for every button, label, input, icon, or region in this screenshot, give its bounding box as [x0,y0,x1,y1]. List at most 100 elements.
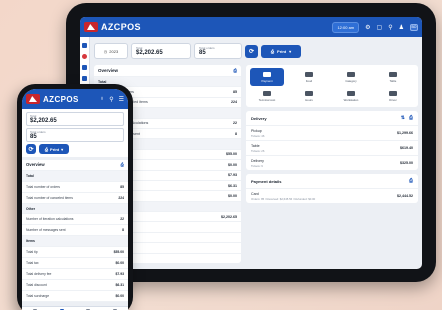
stat-row: Number of messages sent 8 [22,225,128,237]
tab-6[interactable]: Workstation [334,87,368,105]
tab-icon [263,90,271,96]
row-amount: $619.40 [400,146,413,150]
tab-icon [347,71,355,77]
stat-value: $7.93 [115,271,125,276]
payment-title: Payment details [251,178,282,184]
cart-icon[interactable] [82,43,87,48]
stat-row: Total tip $55.00 [22,247,128,259]
delivery-rows: Pickup Tickets: 46 $1,299.66 Table Tickets: … [246,125,418,170]
print-button[interactable]: ⎙ Print ▾ [39,144,69,154]
stat-row: Number of iteration calculations 22 [22,214,128,226]
refresh-button[interactable]: ⟳ [26,144,36,154]
phone-overview: Overview ⎙ Total Total number of orders 85… [22,160,128,302]
tab-icon [347,90,355,96]
stat-row: Total discount $6.31 [22,280,128,291]
tab-icon [263,71,271,77]
stat-value: $6.31 [115,282,125,287]
section-header: Items [22,236,128,248]
row-name: Table [251,143,260,148]
stat-value: $0.00 [228,162,237,167]
stat-value: $0.00 [115,260,125,265]
print-button[interactable]: ⎙ Print ▾ [261,44,301,58]
stat-label: Total tip [26,250,38,255]
brand-name: AZCPOS [43,94,79,104]
stat-row: Total tax $0.00 [22,258,128,269]
delivery-row: Pickup Tickets: 46 $1,299.66 [246,125,418,140]
tab-4[interactable]: Terminal cost [250,87,284,105]
pin-icon[interactable]: ⚲ [109,96,113,103]
payment-header: Payment details ⎙ [246,174,418,188]
tab-label: Payment [261,78,273,83]
window-icon[interactable]: ▢ [377,24,383,31]
gear-icon[interactable]: ⚙ [365,24,370,31]
user-icon[interactable]: ♟ [399,24,404,31]
printer-icon: ⎙ [270,48,275,54]
stat-value: 85 [120,184,124,189]
phone-overview-rows: Total Total number of orders 85 Total numbe… [22,170,128,302]
menu-icon[interactable]: ☰ [119,96,124,103]
tab-3[interactable]: Table [376,68,410,86]
tab-1[interactable]: Food [292,68,326,86]
tab-icon [389,90,397,96]
azcpos-logo-icon [26,94,40,104]
stat-label: Total number of canceled items [26,195,73,200]
detail-panel: Payment Food Category Table Terminal cost Hou… [246,65,418,263]
tablet-header: AZCPOS 12:00 am ⚙ ▢ ⚲ ♟ BO [80,17,422,37]
tab-7[interactable]: Driver [376,87,410,105]
total-value: $2,202.65 [136,50,163,56]
pin-icon[interactable]: ⚲ [388,24,392,31]
payment-rows: Card Orders: 85 / Received: $2,645.56 / R… [246,188,418,203]
total-value: $2,202.65 [30,118,57,124]
tab-label: Food [305,78,313,83]
total-field: Total $2,202.65 [131,43,191,59]
tab-label: Driver [389,97,397,102]
date-value: 2023 [109,48,119,54]
phone-device: AZCPOS ♁ ⚲ ☰ Total $2,202.65 Total order… [17,84,133,310]
tab-0[interactable]: Payment [250,68,284,86]
print-label: Print [50,146,60,152]
print-icon[interactable]: ⎙ [233,68,237,73]
chevron-down-icon: ▾ [61,146,64,152]
stat-value: $6.31 [228,183,237,188]
tab-icon [305,71,313,77]
report-tabs: Payment Food Category Table Terminal cost Hou… [246,65,418,107]
tab-icon [305,90,313,96]
print-icon[interactable]: ⎙ [409,178,413,184]
avatar[interactable]: BO [410,23,418,31]
stat-label: Total tax [26,260,39,265]
payments-row: Card Orders: 85 / Received: $2,645.56 / R… [246,188,418,203]
stat-value: 22 [233,121,237,126]
stat-value: $0.00 [115,293,125,298]
stat-label: Total [26,173,34,178]
stat-value: $55.00 [113,250,124,255]
stat-label: Total number of orders [26,184,60,189]
stat-value: 22 [120,217,124,222]
chevron-down-icon: ▾ [289,48,292,54]
tab-5[interactable]: Hours [292,87,326,105]
print-icon[interactable]: ⎙ [409,115,413,121]
stat-label: Items [26,239,35,244]
bulb-icon[interactable]: ♁ [100,96,105,102]
row-subtext: Orders: 85 / Received: $2,645.56 / Refun… [251,196,316,201]
row-amount: $325.00 [400,161,413,165]
delivery-title: Delivery [251,115,267,121]
row-name: Pickup [251,128,262,133]
tab-label: Hours [305,97,313,102]
tab-label: Workstation [343,97,359,102]
sort-icon[interactable]: ⇅ [401,115,405,121]
row-subtext: Tickets: 9 [251,163,263,168]
row-amount: $1,299.66 [397,131,413,135]
alert-icon[interactable] [82,54,87,59]
refresh-button[interactable]: ⟳ [245,44,258,58]
stat-value: $2,202.65 [221,214,237,219]
row-name: Delivery [251,158,264,163]
row-subtext: Tickets: 26 [251,148,265,153]
time-badge[interactable]: 12:00 am [332,21,360,33]
list-icon[interactable] [82,65,87,70]
print-icon[interactable]: ⎙ [121,162,124,167]
stat-row: Total number of canceled items 224 [22,193,128,204]
tab-2[interactable]: Category [334,68,368,86]
overview-title: Overview [98,68,119,73]
date-picker[interactable]: ◷ 2023 [94,43,128,59]
chart-icon[interactable] [82,76,87,81]
